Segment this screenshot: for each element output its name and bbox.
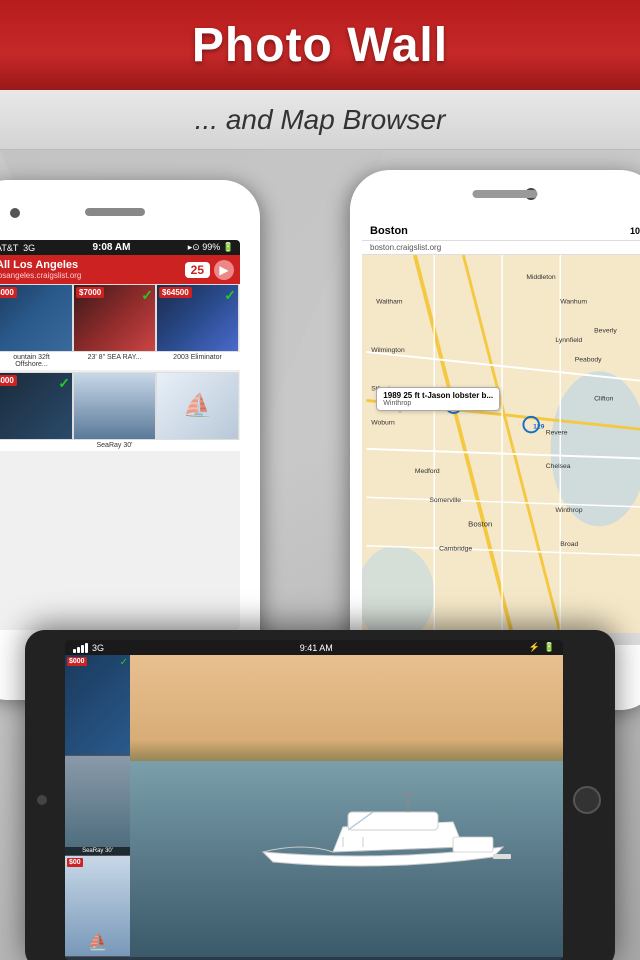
- app-title: Photo Wall: [192, 18, 448, 73]
- iphone-right-speaker: [473, 190, 538, 198]
- svg-text:Clifton: Clifton: [594, 395, 613, 402]
- location-text: All Los Angeles: [0, 259, 81, 271]
- ipad-device: 3G 9:41 AM ⚡ 🔋 $000 ✓: [25, 630, 615, 960]
- svg-text:Lynnfield: Lynnfield: [555, 337, 582, 344]
- ipad-home-btn[interactable]: [573, 786, 601, 814]
- app-header: Photo Wall: [0, 0, 640, 90]
- map-screen: Boston 10 boston.craigslist.org: [362, 222, 640, 645]
- price-3: $64500: [159, 287, 192, 298]
- label-5: SeaRay 30': [73, 440, 156, 451]
- strip-price-3: $00: [67, 858, 83, 867]
- map-tooltip: 1989 25 ft t-Jason lobster b... Winthrop: [376, 387, 500, 411]
- photo-item-5[interactable]: [73, 372, 156, 440]
- strip-item-2[interactable]: SeaRay 30': [65, 756, 130, 857]
- tooltip-location: Winthrop: [383, 400, 493, 407]
- iphone-right: Boston 10 boston.craigslist.org: [350, 170, 640, 710]
- subtitle-bar: ... and Map Browser: [0, 90, 640, 150]
- svg-text:Boston: Boston: [468, 519, 492, 528]
- price-4: $000: [0, 375, 17, 386]
- map-count: 10: [630, 226, 640, 236]
- strip-item-1[interactable]: $000 ✓: [65, 655, 130, 756]
- label-2: 23' 8" SEA RAY...: [73, 352, 156, 370]
- iphone-left-speaker: [85, 208, 145, 216]
- battery-display: ▸⊙ 99% 🔋: [188, 242, 234, 253]
- map-canvas: 95 129 Boston Waltham Middleton Wanhum B…: [362, 255, 640, 633]
- strip-label-2: SeaRay 30': [65, 847, 130, 855]
- iphone-left-status-bar: AT&T 3G 9:08 AM ▸⊙ 99% 🔋: [0, 240, 240, 255]
- signal-bars: [73, 643, 88, 653]
- map-url-bar: boston.craigslist.org: [362, 241, 640, 255]
- map-status-bar: Boston 10: [362, 222, 640, 241]
- svg-text:Beverly: Beverly: [594, 328, 617, 335]
- label-3: 2003 Eliminator: [156, 352, 239, 370]
- ipad-boat-view: $000 ✓ SeaRay 30' ⛵ $00: [65, 655, 563, 957]
- next-button[interactable]: ▶: [214, 260, 234, 280]
- svg-text:Peabody: Peabody: [575, 357, 602, 364]
- svg-text:Somerville: Somerville: [429, 497, 461, 504]
- svg-text:Chelsea: Chelsea: [546, 463, 571, 470]
- boat-scene: [65, 655, 563, 957]
- photo-item-4[interactable]: $000 ✓: [0, 372, 73, 440]
- iphone-left-camera: [10, 208, 20, 218]
- subtitle-text: ... and Map Browser: [195, 104, 446, 136]
- photo-item-1[interactable]: $000: [0, 284, 73, 352]
- location-url: losangeles.craigslist.org: [0, 271, 81, 280]
- photo-item-2[interactable]: $7000 ✓: [73, 284, 156, 352]
- iphone-left-screen: AT&T 3G 9:08 AM ▸⊙ 99% 🔋 All Los Angeles…: [0, 240, 240, 630]
- svg-text:Woburn: Woburn: [371, 420, 395, 427]
- ipad-time: 9:41 AM: [300, 643, 333, 653]
- ipad-screen: 3G 9:41 AM ⚡ 🔋 $000 ✓: [65, 640, 563, 960]
- svg-text:Revere: Revere: [546, 429, 568, 436]
- map-city: Boston: [370, 225, 408, 237]
- iphone-left-app-header: All Los Angeles losangeles.craigslist.or…: [0, 255, 240, 284]
- tooltip-title: 1989 25 ft t-Jason lobster b...: [383, 391, 493, 400]
- label-row-1: ountain 32ftOffshore... 23' 8" SEA RAY..…: [0, 352, 240, 370]
- ipad-camera: [37, 795, 47, 805]
- listing-count: 25: [185, 262, 210, 278]
- svg-text:Wilmington: Wilmington: [371, 347, 405, 354]
- label-row-2: SeaRay 30': [0, 440, 240, 451]
- devices-area: AT&T 3G 9:08 AM ▸⊙ 99% 🔋 All Los Angeles…: [0, 150, 640, 960]
- price-2: $7000: [76, 287, 104, 298]
- svg-text:Cambridge: Cambridge: [439, 546, 472, 553]
- ipad-status-bar: 3G 9:41 AM ⚡ 🔋: [65, 640, 563, 655]
- svg-text:Middleton: Middleton: [526, 274, 556, 281]
- check-4: ✓: [58, 375, 70, 392]
- time-display: 9:08 AM: [92, 242, 130, 253]
- price-1: $000: [0, 287, 17, 298]
- check-3: ✓: [224, 287, 236, 304]
- photo-item-3[interactable]: $64500 ✓: [156, 284, 239, 352]
- photo-row-1: $000 $7000 ✓ $64500 ✓: [0, 284, 240, 352]
- svg-text:129: 129: [533, 423, 545, 430]
- iphone-left: AT&T 3G 9:08 AM ▸⊙ 99% 🔋 All Los Angeles…: [0, 180, 260, 700]
- boat-silhouette: [253, 782, 513, 882]
- svg-text:Wanhum: Wanhum: [560, 298, 587, 305]
- svg-text:Broad: Broad: [560, 541, 578, 548]
- svg-text:Winthrop: Winthrop: [555, 507, 582, 514]
- map-background: 95 129 Boston Waltham Middleton Wanhum B…: [362, 255, 640, 633]
- label-4: [0, 440, 73, 451]
- svg-text:Waltham: Waltham: [376, 298, 403, 305]
- check-2: ✓: [141, 287, 153, 304]
- battery-icon: 🔋: [544, 642, 555, 653]
- strip-check-1: ✓: [120, 657, 128, 668]
- label-6: [156, 440, 239, 451]
- label-1: ountain 32ftOffshore...: [0, 352, 73, 370]
- map-svg: 95 129 Boston Waltham Middleton Wanhum B…: [362, 255, 640, 633]
- iphone-right-screen: Boston 10 boston.craigslist.org: [362, 222, 640, 645]
- bluetooth-icon: ⚡: [529, 642, 540, 653]
- network-type: 3G: [92, 643, 104, 653]
- photo-row-2: $000 ✓ ⛵: [0, 372, 240, 440]
- photo-item-6[interactable]: ⛵: [156, 372, 239, 440]
- ipad-photo-strip: $000 ✓ SeaRay 30' ⛵ $00: [65, 655, 130, 957]
- strip-item-3[interactable]: ⛵ $00: [65, 856, 130, 957]
- carrier-text: AT&T 3G: [0, 243, 35, 253]
- svg-text:Medford: Medford: [415, 468, 440, 475]
- strip-price-1: $000: [67, 657, 87, 666]
